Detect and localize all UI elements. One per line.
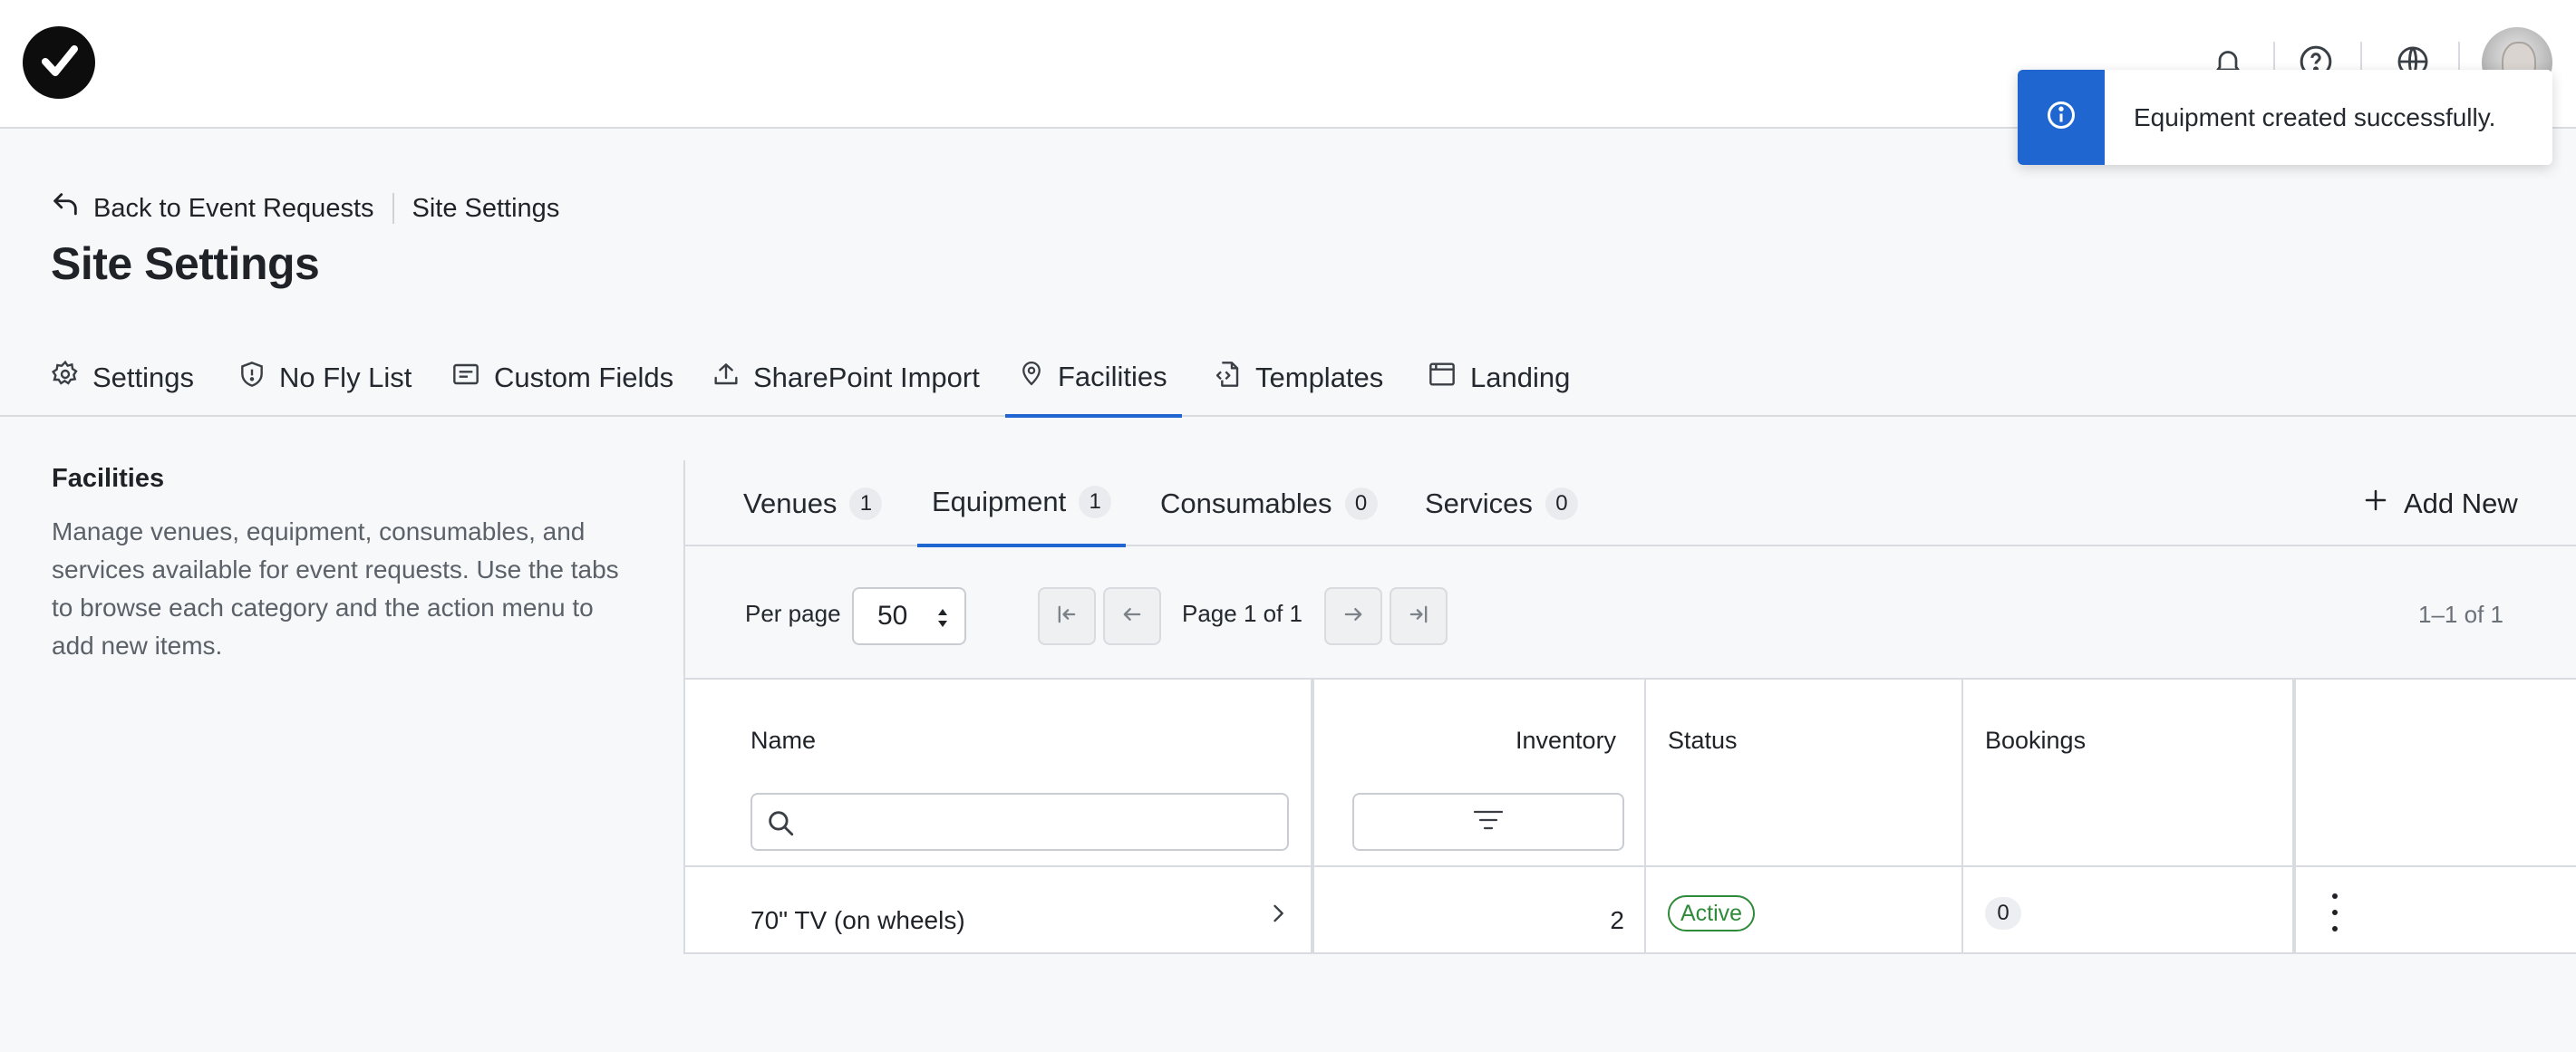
toast-accent: [2018, 70, 2105, 165]
add-new-label: Add New: [2404, 487, 2518, 519]
first-page-icon: [1054, 602, 1080, 632]
page-title: Site Settings: [51, 238, 320, 289]
info-icon: [2045, 99, 2077, 136]
sort-arrows-icon: [935, 605, 950, 638]
column-divider: [2292, 680, 2296, 952]
tab-label: Consumables: [1160, 487, 1332, 519]
tab-facilities[interactable]: Facilities: [1005, 344, 1182, 418]
form-icon: [450, 360, 481, 396]
tab-label: Settings: [92, 362, 195, 393]
template-icon: [1214, 360, 1243, 396]
breadcrumb: Back to Event Requests Site Settings: [50, 192, 559, 225]
back-link-label: Back to Event Requests: [93, 193, 374, 223]
plus-icon: [2362, 487, 2389, 521]
sub-tabs: Venues 1 Equipment 1 Consumables 0 Servi…: [685, 460, 2576, 547]
tab-no-fly-list[interactable]: No Fly List: [237, 344, 412, 417]
tab-label: SharePoint Import: [753, 362, 980, 393]
tab-label: Services: [1425, 487, 1533, 519]
tab-label: Facilities: [1058, 360, 1167, 392]
breadcrumb-divider: [392, 193, 394, 224]
status-badge: Active: [1668, 895, 1756, 931]
main-tabs: Settings No Fly List Custom Fields Share…: [0, 344, 2576, 418]
shield-icon: [237, 360, 266, 396]
toast-message: Equipment created successfully.: [2134, 102, 2496, 131]
filter-icon: [1473, 808, 1504, 836]
add-new-button[interactable]: Add New: [2362, 460, 2518, 546]
upload-icon: [712, 360, 741, 396]
page-info: Page 1 of 1: [1182, 600, 1303, 627]
arrow-left-icon: [1119, 602, 1145, 632]
previous-page-button[interactable]: [1103, 587, 1161, 645]
pagination-bar: Per page 50 Page 1 of 1 1–1 of 1: [685, 548, 2576, 684]
row-actions-menu-icon[interactable]: [2326, 890, 2344, 935]
count-badge: 0: [1344, 487, 1378, 520]
per-page-value: 50: [877, 601, 908, 631]
column-header-bookings[interactable]: Bookings: [1985, 727, 2086, 755]
last-page-button[interactable]: [1390, 587, 1448, 645]
tab-custom-fields[interactable]: Custom Fields: [450, 344, 673, 417]
chevron-right-icon[interactable]: [1265, 901, 1291, 931]
per-page-select[interactable]: 50: [852, 587, 966, 645]
bookings-count: 0: [1985, 897, 2021, 930]
success-toast: Equipment created successfully.: [2018, 70, 2552, 165]
count-badge: 1: [1079, 486, 1112, 518]
next-page-button[interactable]: [1324, 587, 1382, 645]
tab-landing[interactable]: Landing: [1427, 344, 1570, 417]
inventory-filter-button[interactable]: [1352, 793, 1624, 851]
column-header-status[interactable]: Status: [1668, 727, 1738, 755]
row-name[interactable]: 70" TV (on wheels): [751, 906, 965, 935]
column-header-inventory[interactable]: Inventory: [1516, 727, 1616, 755]
tab-label: Landing: [1470, 362, 1571, 393]
tab-label: No Fly List: [279, 362, 412, 393]
return-arrow-icon: [50, 189, 81, 227]
facilities-panel: Venues 1 Equipment 1 Consumables 0 Servi…: [683, 460, 2576, 954]
per-page-label: Per page: [745, 600, 841, 627]
column-header-name[interactable]: Name: [751, 727, 816, 755]
back-link[interactable]: Back to Event Requests: [50, 189, 374, 227]
name-search-input[interactable]: [751, 793, 1289, 851]
equipment-table: Name Inventory Status Bookings 70" TV (o…: [685, 678, 2576, 954]
count-badge: 0: [1545, 487, 1578, 520]
check-circle-logo[interactable]: [23, 26, 95, 99]
section-description: Manage venues, equipment, consumables, a…: [52, 517, 619, 660]
tab-label: Custom Fields: [494, 362, 674, 393]
tab-label: Templates: [1255, 362, 1384, 393]
row-inventory: 2: [1610, 906, 1624, 934]
column-divider: [1961, 680, 1963, 952]
column-divider[interactable]: [1311, 680, 1314, 952]
column-divider: [1644, 680, 1646, 952]
count-badge: 1: [849, 487, 883, 520]
breadcrumb-current: Site Settings: [412, 193, 560, 223]
tab-venues[interactable]: Venues 1: [743, 460, 883, 546]
tab-settings[interactable]: Settings: [51, 344, 194, 417]
map-pin-icon: [1018, 359, 1045, 395]
tab-label: Venues: [743, 487, 838, 519]
browser-icon: [1427, 360, 1457, 396]
section-title: Facilities: [52, 464, 165, 493]
tab-consumables[interactable]: Consumables 0: [1160, 460, 1378, 546]
tab-templates[interactable]: Templates: [1214, 344, 1383, 417]
row-divider: [685, 865, 2576, 867]
last-page-icon: [1406, 602, 1431, 632]
first-page-button[interactable]: [1038, 587, 1096, 645]
tab-sharepoint-import[interactable]: SharePoint Import: [712, 344, 980, 417]
result-range: 1–1 of 1: [2418, 601, 2503, 628]
tab-label: Equipment: [932, 486, 1067, 517]
tab-equipment[interactable]: Equipment 1: [917, 460, 1127, 547]
arrow-right-icon: [1341, 602, 1366, 632]
tab-services[interactable]: Services 0: [1425, 460, 1578, 546]
gear-icon: [51, 360, 80, 396]
